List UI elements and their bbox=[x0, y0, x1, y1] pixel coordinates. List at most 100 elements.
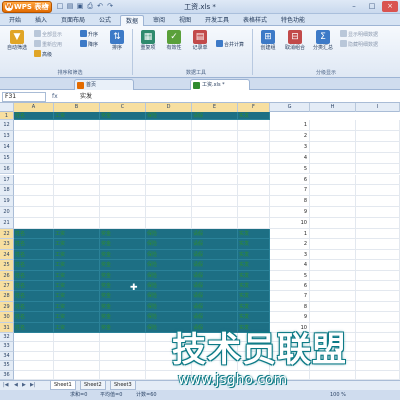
tab-home[interactable]: 开始 bbox=[4, 15, 26, 26]
show-detail-button[interactable]: 显示明细数据 bbox=[340, 30, 378, 39]
grid-cell[interactable] bbox=[238, 163, 270, 175]
table-cell[interactable]: 实发 bbox=[238, 281, 270, 292]
grid-cell[interactable] bbox=[356, 312, 400, 323]
table-cell[interactable]: 实发 bbox=[238, 260, 270, 271]
grid-cell[interactable] bbox=[192, 207, 238, 219]
table-cell[interactable]: 请假 bbox=[192, 270, 238, 281]
grid-cell[interactable] bbox=[100, 370, 146, 380]
merge-calc-button[interactable]: 合并计算 bbox=[216, 40, 244, 49]
column-header[interactable]: G bbox=[270, 103, 310, 112]
table-cell[interactable]: 保险 bbox=[146, 270, 192, 281]
grid-cell[interactable]: 4 bbox=[270, 260, 310, 271]
next-sheet-icon[interactable]: ▶ bbox=[22, 382, 26, 388]
grid-cell[interactable] bbox=[14, 218, 54, 229]
grid-cell[interactable] bbox=[14, 196, 54, 208]
table-cell[interactable]: 保险 bbox=[146, 301, 192, 313]
table-cell[interactable]: 奖金 bbox=[100, 260, 146, 271]
grid-cell[interactable]: 9 bbox=[270, 312, 310, 323]
grid-cell[interactable] bbox=[356, 260, 400, 271]
sheet-tab-3[interactable]: Sheet3 bbox=[110, 381, 136, 390]
table-cell[interactable]: 请假 bbox=[192, 239, 238, 250]
formula-input[interactable]: 实发 bbox=[78, 92, 396, 102]
row-header[interactable]: 12 bbox=[0, 120, 14, 131]
grid-cell[interactable] bbox=[54, 361, 100, 371]
grid-cell[interactable] bbox=[54, 152, 100, 164]
ungroup-button[interactable]: ⊟ 取消组合 bbox=[282, 30, 308, 52]
sort-desc-button[interactable]: 降序 bbox=[80, 40, 98, 49]
doc-tab-home[interactable]: 首页 bbox=[74, 79, 134, 90]
name-box[interactable]: F31 bbox=[2, 92, 46, 102]
grid-cell[interactable] bbox=[100, 141, 146, 153]
table-cell[interactable]: 保险 bbox=[146, 260, 192, 271]
tab-table-style[interactable]: 表格样式 bbox=[238, 15, 272, 26]
table-header-cell[interactable]: 实发 bbox=[238, 112, 270, 120]
grid-cell[interactable] bbox=[14, 141, 54, 153]
table-cell[interactable]: 实发 bbox=[238, 249, 270, 261]
table-cell[interactable]: 请假 bbox=[192, 312, 238, 323]
grid-cell[interactable]: 10 bbox=[270, 218, 310, 229]
column-header[interactable]: D bbox=[146, 103, 192, 112]
grid-cell[interactable] bbox=[100, 185, 146, 197]
grid-cell[interactable] bbox=[310, 163, 356, 175]
grid-cell[interactable]: 8 bbox=[270, 196, 310, 208]
grid-cell[interactable] bbox=[356, 270, 400, 281]
table-cell[interactable]: 请假 bbox=[192, 291, 238, 302]
fx-icon[interactable]: fx bbox=[52, 92, 58, 102]
grid-cell[interactable] bbox=[356, 174, 400, 186]
table-cell[interactable]: 工资 bbox=[54, 291, 100, 302]
select-all-corner[interactable] bbox=[0, 103, 14, 112]
column-header[interactable]: C bbox=[100, 103, 146, 112]
table-cell[interactable]: 奖金 bbox=[100, 239, 146, 250]
grid-cell[interactable] bbox=[310, 141, 356, 153]
grid-cell[interactable] bbox=[356, 249, 400, 261]
grid-cell[interactable] bbox=[54, 370, 100, 380]
grid-cell[interactable] bbox=[310, 239, 356, 250]
row-header[interactable]: 19 bbox=[0, 196, 14, 208]
row-header[interactable]: 32 bbox=[0, 333, 14, 343]
grid-cell[interactable] bbox=[54, 185, 100, 197]
grid-cell[interactable] bbox=[54, 141, 100, 153]
grid-cell[interactable] bbox=[14, 163, 54, 175]
grid-cell[interactable] bbox=[192, 152, 238, 164]
table-header-cell[interactable]: 工资 bbox=[54, 112, 100, 120]
row-header[interactable]: 15 bbox=[0, 152, 14, 164]
table-cell[interactable]: 请假 bbox=[192, 281, 238, 292]
grid-cell[interactable] bbox=[146, 218, 192, 229]
row-header[interactable]: 34 bbox=[0, 351, 14, 362]
grid-cell[interactable] bbox=[192, 185, 238, 197]
table-cell[interactable]: 姓名 bbox=[14, 229, 54, 240]
grid-cell[interactable]: 5 bbox=[270, 270, 310, 281]
grid-cell[interactable] bbox=[14, 361, 54, 371]
grid-cell[interactable] bbox=[192, 141, 238, 153]
record-form-button[interactable]: ▤ 记录单 bbox=[188, 30, 212, 52]
table-cell[interactable]: 奖金 bbox=[100, 249, 146, 261]
tab-review[interactable]: 审阅 bbox=[148, 15, 170, 26]
grid-cell[interactable] bbox=[356, 120, 400, 131]
table-cell[interactable]: 姓名 bbox=[14, 301, 54, 313]
table-cell[interactable]: 奖金 bbox=[100, 301, 146, 313]
grid-cell[interactable] bbox=[238, 141, 270, 153]
grid-cell[interactable] bbox=[146, 196, 192, 208]
grid-cell[interactable] bbox=[146, 141, 192, 153]
grid-cell[interactable] bbox=[54, 120, 100, 131]
grid-cell[interactable] bbox=[54, 351, 100, 362]
open-folder-icon[interactable]: ▤ bbox=[66, 2, 74, 11]
row-header[interactable]: 27 bbox=[0, 281, 14, 292]
grid-cell[interactable] bbox=[356, 218, 400, 229]
grid-cell[interactable] bbox=[356, 185, 400, 197]
row-header[interactable]: 22 bbox=[0, 229, 14, 240]
prev-sheet-icon[interactable]: ◀ bbox=[14, 382, 18, 388]
table-cell[interactable]: 奖金 bbox=[100, 291, 146, 302]
table-cell[interactable]: 保险 bbox=[146, 291, 192, 302]
column-header[interactable]: F bbox=[238, 103, 270, 112]
grid-cell[interactable] bbox=[310, 152, 356, 164]
row-header[interactable]: 30 bbox=[0, 312, 14, 323]
wps-menu-button[interactable]: W WPS 表格 ▼ bbox=[2, 1, 52, 13]
create-group-button[interactable]: ⊞ 创建组 bbox=[256, 30, 280, 52]
grid-cell[interactable]: 1 bbox=[270, 229, 310, 240]
table-cell[interactable]: 姓名 bbox=[14, 322, 54, 333]
grid-cell[interactable] bbox=[100, 351, 146, 362]
table-cell[interactable]: 工资 bbox=[54, 260, 100, 271]
table-cell[interactable]: 奖金 bbox=[100, 281, 146, 292]
grid-cell[interactable] bbox=[14, 174, 54, 186]
